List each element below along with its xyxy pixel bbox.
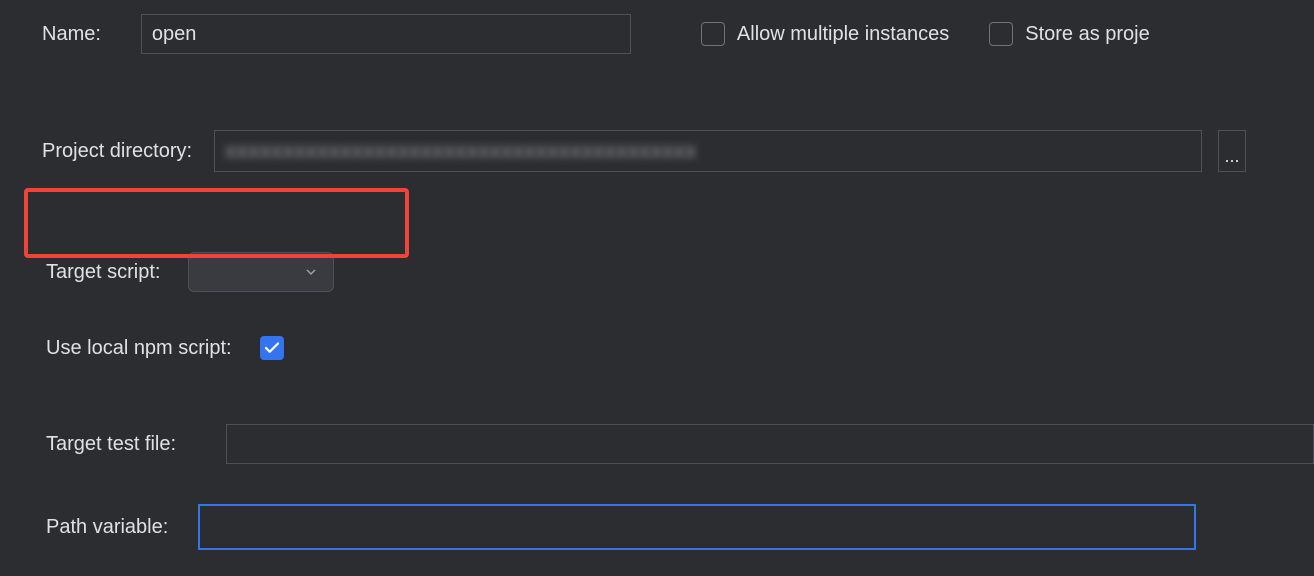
path-variable-label: Path variable: (46, 516, 168, 539)
project-directory-label: Project directory: (42, 140, 192, 163)
allow-multiple-checkbox[interactable] (701, 22, 725, 46)
highlight-annotation (24, 188, 409, 258)
project-directory-input[interactable]: xxxxxxxxxxxxxxxxxxxxxxxxxxxxxxxxxxxxxxxx… (214, 130, 1202, 172)
target-script-label: Target script: (46, 261, 160, 284)
name-label: Name: (42, 23, 101, 46)
chevron-down-icon (303, 264, 319, 280)
checkmark-icon (263, 339, 281, 357)
target-test-file-input[interactable] (226, 424, 1314, 464)
use-local-npm-checkbox[interactable] (260, 336, 284, 360)
project-directory-value: xxxxxxxxxxxxxxxxxxxxxxxxxxxxxxxxxxxxxxxx… (225, 138, 697, 164)
allow-multiple-label: Allow multiple instances (737, 23, 949, 46)
path-variable-input[interactable] (198, 504, 1196, 550)
name-input[interactable] (141, 14, 631, 54)
target-script-dropdown[interactable] (188, 252, 334, 292)
store-as-project-label: Store as proje (1025, 23, 1150, 46)
store-as-project-checkbox[interactable] (989, 22, 1013, 46)
target-test-file-label: Target test file: (46, 433, 176, 456)
browse-button[interactable]: ... (1218, 130, 1246, 172)
use-local-npm-label: Use local npm script: (46, 337, 232, 360)
